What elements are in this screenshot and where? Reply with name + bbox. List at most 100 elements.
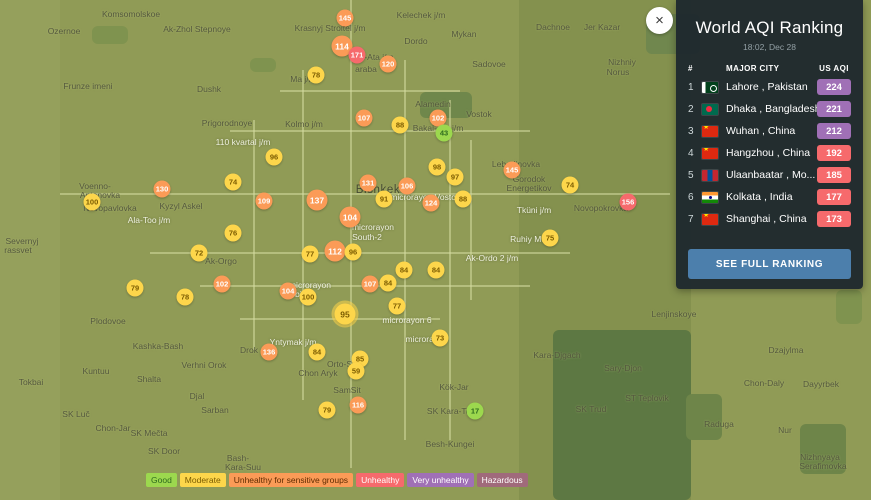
- aqi-marker[interactable]: 97: [446, 168, 464, 186]
- aqi-marker[interactable]: 84: [395, 261, 413, 279]
- map-label: microrayon 6: [382, 315, 432, 325]
- aqi-marker[interactable]: 104: [279, 282, 297, 300]
- aqi-marker[interactable]: 91: [375, 190, 393, 208]
- map-label: Komsomolskoe: [101, 9, 161, 19]
- ranking-row[interactable]: 6 Kolkata , India 177: [688, 186, 851, 208]
- ranking-row[interactable]: 7 Shanghai , China 173: [688, 208, 851, 230]
- aqi-marker[interactable]: 98: [428, 158, 446, 176]
- map-label: araba: [355, 64, 377, 74]
- aqi-badge: 192: [817, 145, 851, 161]
- aqi-badge: 177: [817, 189, 851, 205]
- aqi-marker[interactable]: 109: [255, 192, 273, 210]
- map-label: Ak-Orgo: [205, 256, 237, 266]
- see-full-ranking-button[interactable]: SEE FULL RANKING: [688, 249, 851, 279]
- aqi-marker[interactable]: 77: [301, 245, 319, 263]
- map-label: Kashka-Bash: [132, 341, 184, 351]
- aqi-badge: 224: [817, 79, 851, 95]
- aqi-marker[interactable]: 75: [541, 229, 559, 247]
- aqi-marker[interactable]: 136: [260, 343, 278, 361]
- map-label: SK Luč: [62, 409, 90, 419]
- map-label: Jer Kazar: [583, 22, 621, 32]
- map-label: Raduga: [704, 419, 734, 429]
- china-flag-icon: [702, 213, 718, 225]
- ranking-row[interactable]: 5 Ulaanbaatar , Mo... 185: [688, 164, 851, 186]
- aqi-marker[interactable]: 124: [422, 194, 440, 212]
- bangladesh-flag-icon: [702, 103, 718, 115]
- map-label: Kara-Suu: [225, 462, 261, 472]
- aqi-marker[interactable]: 74: [561, 176, 579, 194]
- map-label: microrayon: [351, 222, 395, 232]
- legend-item-hazardous: Hazardous: [476, 473, 528, 487]
- aqi-marker[interactable]: 112: [324, 240, 346, 262]
- aqi-marker[interactable]: 59: [347, 362, 365, 380]
- aqi-marker[interactable]: 88: [391, 116, 409, 134]
- aqi-marker[interactable]: 120: [379, 55, 397, 73]
- city-name: Kolkata , India: [726, 191, 793, 203]
- aqi-marker[interactable]: 156: [619, 193, 637, 211]
- aqi-marker[interactable]: 171: [348, 46, 366, 64]
- rank-number: 4: [688, 147, 694, 159]
- ranking-panel: World AQI Ranking 18:02, Dec 28 # MAJOR …: [676, 0, 863, 289]
- map-label: Sadovoe: [472, 59, 506, 69]
- map-label: Drok: [240, 345, 258, 355]
- ranking-table-header: # MAJOR CITY US AQI: [688, 64, 851, 73]
- close-icon: ×: [655, 12, 664, 29]
- ranking-row[interactable]: 3 Wuhan , China 212: [688, 120, 851, 142]
- aqi-marker[interactable]: 74: [224, 173, 242, 191]
- map-label: Dushk: [196, 84, 222, 94]
- map-label: Plodovoe: [90, 316, 126, 326]
- map-label: SK Mečta: [130, 428, 168, 438]
- map-label: ST Teplovik: [625, 393, 669, 403]
- aqi-marker[interactable]: 96: [265, 148, 283, 166]
- aqi-marker[interactable]: 96: [344, 243, 362, 261]
- map-label: Besh-Kungei: [425, 439, 475, 449]
- mongolia-flag-icon: [702, 169, 718, 181]
- aqi-marker[interactable]: 100: [83, 193, 101, 211]
- ranking-row[interactable]: 1 Lahore , Pakistan 224: [688, 76, 851, 98]
- map-label: 110 kvartal j/m: [215, 137, 271, 147]
- aqi-marker[interactable]: 95: [334, 303, 356, 325]
- aqi-marker[interactable]: 73: [431, 329, 449, 347]
- aqi-marker[interactable]: 17: [466, 402, 484, 420]
- aqi-marker[interactable]: 106: [398, 177, 416, 195]
- india-flag-icon: [702, 191, 718, 203]
- ranking-row[interactable]: 2 Dhaka , Bangladesh 221: [688, 98, 851, 120]
- aqi-marker[interactable]: 100: [299, 288, 317, 306]
- aqi-marker[interactable]: 79: [318, 401, 336, 419]
- col-city: MAJOR CITY: [726, 64, 780, 73]
- aqi-marker[interactable]: 84: [308, 343, 326, 361]
- aqi-marker[interactable]: 76: [224, 224, 242, 242]
- pakistan-flag-icon: [702, 81, 718, 93]
- aqi-marker[interactable]: 79: [126, 279, 144, 297]
- aqi-marker[interactable]: 104: [339, 206, 361, 228]
- map-label: Verhni Orok: [181, 360, 227, 370]
- map-canvas[interactable]: Komsomolskoe Ozernoe Ak-Zhol Stepnoye Krasn…: [0, 0, 871, 500]
- aqi-marker[interactable]: 137: [306, 189, 328, 211]
- aqi-marker[interactable]: 116: [349, 396, 367, 414]
- aqi-marker[interactable]: 145: [336, 9, 354, 27]
- aqi-marker[interactable]: 107: [361, 275, 379, 293]
- aqi-marker[interactable]: 78: [307, 66, 325, 84]
- map-label: Kolmo j/m: [285, 119, 323, 129]
- aqi-marker[interactable]: 88: [454, 190, 472, 208]
- aqi-marker[interactable]: 72: [190, 244, 208, 262]
- aqi-marker[interactable]: 107: [355, 109, 373, 127]
- rank-number: 6: [688, 191, 694, 203]
- aqi-marker[interactable]: 84: [427, 261, 445, 279]
- aqi-marker[interactable]: 78: [176, 288, 194, 306]
- aqi-marker[interactable]: 102: [213, 275, 231, 293]
- map-label: Dachnoe: [535, 22, 571, 32]
- map-label: Sarban: [201, 405, 229, 415]
- aqi-marker[interactable]: 84: [379, 274, 397, 292]
- map-label: Norus: [606, 67, 630, 77]
- map-label: Prigorodnoye: [201, 118, 253, 128]
- col-rank: #: [688, 64, 693, 73]
- aqi-marker[interactable]: 145: [503, 161, 521, 179]
- map-label: Kök-Jar: [439, 382, 469, 392]
- aqi-marker[interactable]: 131: [359, 174, 377, 192]
- aqi-marker[interactable]: 77: [388, 297, 406, 315]
- aqi-marker[interactable]: 130: [153, 180, 171, 198]
- close-panel-button[interactable]: ×: [646, 7, 673, 34]
- aqi-marker[interactable]: 43: [435, 124, 453, 142]
- ranking-row[interactable]: 4 Hangzhou , China 192: [688, 142, 851, 164]
